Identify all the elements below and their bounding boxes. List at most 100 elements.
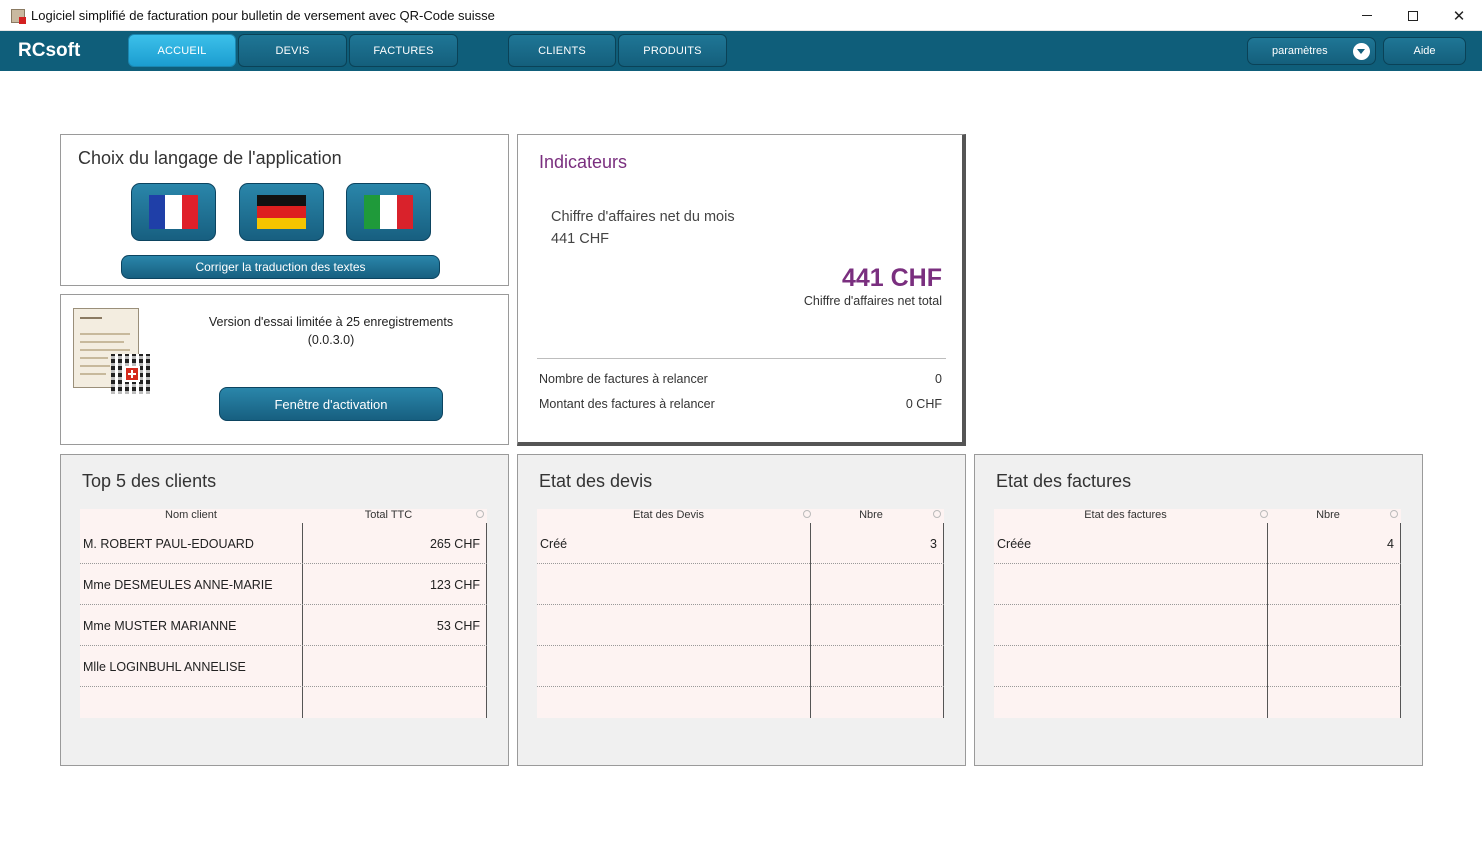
reminder-count-value: 0 <box>935 372 942 386</box>
column-header-count[interactable]: Nbre <box>1268 509 1388 523</box>
main-navbar: RCsoft ACCUEIL DEVIS FACTURES CLIENTS PR… <box>0 31 1482 71</box>
nav-factures[interactable]: FACTURES <box>349 34 458 67</box>
quote-count: 3 <box>930 536 937 551</box>
invoice-count <box>1268 646 1400 687</box>
language-de-button[interactable] <box>239 183 324 241</box>
quotes-state-title: Etat des devis <box>539 471 653 491</box>
maximize-button[interactable] <box>1390 0 1436 31</box>
client-name: Mme DESMEULES ANNE-MARIE <box>83 577 273 592</box>
trial-limit-text: Version d'essai limitée à 25 enregistrem… <box>208 315 454 329</box>
activation-window-button[interactable]: Fenêtre d'activation <box>219 387 443 421</box>
quote-state: Créé <box>540 536 568 551</box>
close-icon: ✕ <box>1452 7 1466 25</box>
client-name: M. ROBERT PAUL-EDOUARD <box>83 536 254 551</box>
flag-italy-icon <box>364 195 413 229</box>
table-row[interactable]: Mme MUSTER MARIANNE 53 CHF <box>80 605 487 646</box>
total-revenue-value: 441 CHF <box>841 264 942 292</box>
month-revenue-label: Chiffre d'affaires net du mois <box>551 209 735 225</box>
flag-germany-icon <box>257 195 306 229</box>
sort-icon[interactable] <box>933 510 941 518</box>
quote-count <box>811 687 943 728</box>
language-title: Choix du langage de l'application <box>78 148 342 168</box>
client-name: Mlle LOGINBUHL ANNELISE <box>83 659 246 674</box>
trial-panel: Version d'essai limitée à 25 enregistrem… <box>60 294 509 445</box>
table-row[interactable]: M. ROBERT PAUL-EDOUARD 265 CHF <box>80 523 487 564</box>
table-row[interactable] <box>537 687 944 718</box>
nav-produits[interactable]: PRODUITS <box>618 34 727 67</box>
client-total <box>303 687 486 728</box>
table-row[interactable]: Mme DESMEULES ANNE-MARIE 123 CHF <box>80 564 487 605</box>
table-row[interactable] <box>80 687 487 718</box>
params-dropdown[interactable]: paramètres <box>1247 37 1376 65</box>
nav-accueil[interactable]: ACCUEIL <box>128 34 236 67</box>
client-total <box>303 646 486 687</box>
nav-clients[interactable]: CLIENTS <box>508 34 616 67</box>
reminder-amount-row: Montant des factures à relancer 0 CHF <box>539 397 942 411</box>
table-row[interactable] <box>994 646 1401 687</box>
quotes-state-table[interactable]: Etat des Devis Nbre Créé 3 <box>537 509 944 718</box>
reminder-count-row: Nombre de factures à relancer 0 <box>539 372 942 386</box>
app-icon <box>11 9 26 24</box>
client-name: Mme MUSTER MARIANNE <box>83 618 237 633</box>
top-clients-table[interactable]: Nom client Total TTC M. ROBERT PAUL-EDOU… <box>80 509 487 718</box>
column-header-total[interactable]: Total TTC <box>303 509 474 523</box>
indicators-title: Indicateurs <box>539 152 628 172</box>
window-title: Logiciel simplifié de facturation pour b… <box>31 8 495 23</box>
table-row[interactable]: Créée 4 <box>994 523 1401 564</box>
language-panel: Choix du langage de l'application Corrig… <box>60 134 509 286</box>
nav-devis[interactable]: DEVIS <box>238 34 347 67</box>
client-total: 123 CHF <box>429 577 480 592</box>
minimize-button[interactable] <box>1344 0 1390 31</box>
column-header-state[interactable]: Etat des factures <box>994 509 1257 523</box>
language-fr-button[interactable] <box>131 183 216 241</box>
table-row[interactable]: Créé 3 <box>537 523 944 564</box>
invoice-state: Créée <box>997 536 1032 551</box>
invoice-state <box>994 564 1267 605</box>
version-text: (0.0.3.0) <box>307 333 355 347</box>
column-header-state[interactable]: Etat des Devis <box>537 509 800 523</box>
quote-state <box>537 564 810 605</box>
client-total: 53 CHF <box>436 618 480 633</box>
invoices-state-table[interactable]: Etat des factures Nbre Créée 4 <box>994 509 1401 718</box>
table-row[interactable] <box>537 605 944 646</box>
invoice-state <box>994 605 1267 646</box>
reminder-amount-label: Montant des factures à relancer <box>539 397 715 411</box>
quote-count <box>811 564 943 605</box>
reminder-amount-value: 0 CHF <box>905 397 942 411</box>
table-row[interactable] <box>994 687 1401 718</box>
indicators-divider <box>537 358 946 359</box>
column-header-name[interactable]: Nom client <box>80 509 302 523</box>
flag-france-icon <box>149 195 198 229</box>
minimize-icon <box>1362 15 1372 16</box>
language-it-button[interactable] <box>346 183 431 241</box>
table-row[interactable] <box>994 605 1401 646</box>
invoice-count <box>1268 564 1400 605</box>
sort-icon[interactable] <box>1390 510 1398 518</box>
help-button[interactable]: Aide <box>1383 37 1466 65</box>
sort-icon[interactable] <box>1260 510 1268 518</box>
sort-icon[interactable] <box>803 510 811 518</box>
maximize-icon <box>1408 10 1418 21</box>
total-revenue-label: Chiffre d'affaires net total <box>803 294 942 308</box>
quote-state <box>537 687 810 728</box>
table-row[interactable] <box>994 564 1401 605</box>
table-row[interactable] <box>537 646 944 687</box>
trial-info: Version d'essai limitée à 25 enregistrem… <box>191 313 471 349</box>
quotes-state-panel: Etat des devis Etat des Devis Nbre Créé … <box>517 454 966 766</box>
brand-logo: RCsoft <box>18 40 81 61</box>
quote-count <box>811 646 943 687</box>
quote-state <box>537 646 810 687</box>
sort-icon[interactable] <box>476 510 484 518</box>
quote-state <box>537 605 810 646</box>
invoice-count: 4 <box>1387 536 1394 551</box>
table-row[interactable]: Mlle LOGINBUHL ANNELISE <box>80 646 487 687</box>
column-header-count[interactable]: Nbre <box>811 509 931 523</box>
top-clients-title: Top 5 des clients <box>82 471 217 491</box>
chevron-down-icon <box>1353 43 1370 60</box>
reminder-count-label: Nombre de factures à relancer <box>539 372 708 386</box>
top-clients-panel: Top 5 des clients Nom client Total TTC M… <box>60 454 509 766</box>
close-button[interactable]: ✕ <box>1436 0 1482 31</box>
table-row[interactable] <box>537 564 944 605</box>
window-titlebar: Logiciel simplifié de facturation pour b… <box>0 0 1482 31</box>
translate-texts-button[interactable]: Corriger la traduction des textes <box>121 255 440 279</box>
